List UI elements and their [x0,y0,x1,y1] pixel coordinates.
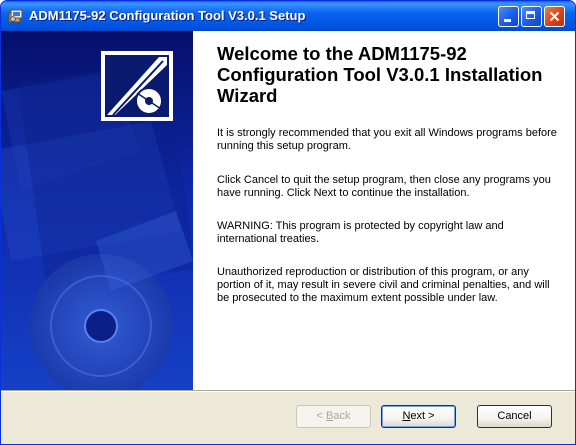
minimize-icon [504,19,511,22]
minimize-button[interactable] [498,6,519,27]
setup-logo-icon [101,51,173,121]
banner-artwork [1,51,193,390]
maximize-icon [526,11,535,19]
wizard-content: Welcome to the ADM1175-92 Configuration … [193,31,575,390]
footer-divider-highlight [1,391,575,392]
maximize-button[interactable] [521,6,542,27]
close-icon [549,11,560,22]
close-button[interactable] [544,6,565,27]
legal-notice-text: Unauthorized reproduction or distributio… [217,266,550,304]
cancel-button[interactable]: Cancel [477,405,552,428]
next-label: ext > [410,410,435,422]
setup-window: ADM1175-92 Configuration Tool V3.0.1 Set… [0,0,576,445]
next-button[interactable]: Next > [381,405,456,428]
warning-text: WARNING: This program is protected by co… [217,220,504,245]
welcome-heading: Welcome to the ADM1175-92 Configuration … [217,43,543,106]
instructions-text: Click Cancel to quit the setup program, … [217,174,551,199]
back-button[interactable]: < Back [296,405,371,428]
wizard-banner [1,31,193,390]
recommendation-text: It is strongly recommended that you exit… [217,127,557,152]
window-title: ADM1175-92 Configuration Tool V3.0.1 Set… [29,8,306,23]
back-label: ack [333,410,351,422]
setup-app-icon [8,9,23,23]
title-bar[interactable]: ADM1175-92 Configuration Tool V3.0.1 Set… [1,1,575,31]
